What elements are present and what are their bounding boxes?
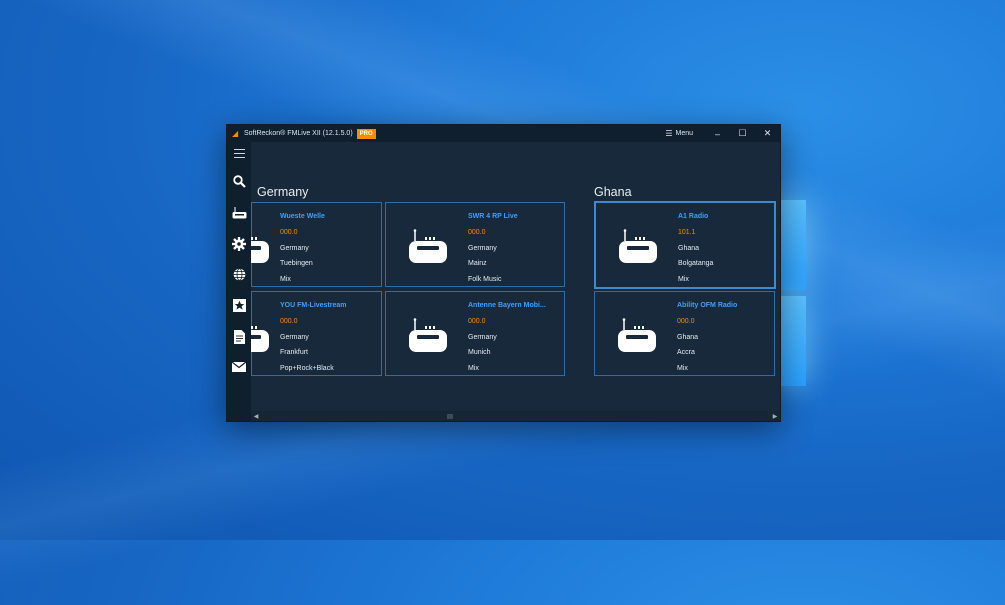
search-button[interactable] (227, 166, 251, 197)
station-country: Germany (468, 333, 497, 341)
station-country: Germany (280, 244, 309, 252)
radio-icon (408, 318, 448, 354)
close-button[interactable]: ✕ (755, 125, 780, 142)
menu-button[interactable]: ☰ Menu (665, 129, 693, 138)
station-city: Munich (468, 349, 491, 357)
group-heading-germany: Germany (257, 185, 309, 199)
app-window: ◢ SoftReckon® FMLive XII (12.1.5.0) PRO … (226, 124, 781, 422)
station-frequency: 101.1 (678, 228, 696, 236)
settings-button[interactable] (227, 228, 251, 259)
station-card[interactable]: Ability OFM Radio 000.0 Ghana Accra Mix (594, 291, 775, 376)
hamburger-menu-button[interactable] (227, 142, 251, 164)
station-info: A1 Radio 101.1 Ghana Bolgatanga Mix (678, 209, 713, 288)
radio-icon (251, 229, 270, 265)
station-name: Ability OFM Radio (677, 302, 738, 309)
hamburger-icon: ☰ (665, 129, 673, 138)
radio-icon (251, 237, 269, 263)
station-frequency: 000.0 (468, 228, 486, 236)
windows-logo (778, 200, 808, 390)
station-card-selected[interactable]: A1 Radio 101.1 Ghana Bolgatanga Mix (594, 201, 776, 289)
radio-icon (409, 229, 447, 263)
station-card[interactable]: SWR 4 RP Live 000.0 Germany Mainz Folk Music (385, 202, 565, 287)
station-country: Ghana (678, 244, 700, 252)
radio-tuner-icon (232, 206, 246, 218)
sidebar (227, 142, 251, 421)
station-info: Ability OFM Radio 000.0 Ghana Accra Mix (677, 298, 737, 377)
browse-world-button[interactable] (227, 259, 251, 290)
app-logo-icon: ◢ (232, 128, 239, 138)
scroll-left-arrow-icon[interactable]: ◀ (251, 411, 261, 421)
radio-icon (618, 229, 658, 265)
radio-icon (409, 318, 447, 352)
station-genre: Mix (468, 365, 479, 373)
station-frequency: 000.0 (468, 317, 486, 325)
radio-icon (619, 229, 657, 263)
station-info: Antenne Bayern Mobi... 000.0 Germany Munich… (468, 298, 546, 377)
radio-tuner-button[interactable] (227, 197, 251, 228)
title-bar[interactable]: ◢ SoftReckon® FMLive XII (12.1.5.0) PRO … (227, 125, 780, 142)
station-city: Accra (677, 349, 695, 357)
station-frequency: 000.0 (280, 317, 298, 325)
station-country: Germany (468, 244, 497, 252)
station-info: SWR 4 RP Live 000.0 Germany Mainz Folk Music (468, 209, 518, 288)
hamburger-icon (233, 148, 245, 158)
station-frequency: 000.0 (677, 317, 695, 325)
radio-icon (251, 318, 270, 354)
station-city: Bolgatanga (678, 260, 714, 268)
minimize-button[interactable]: – (705, 125, 730, 142)
station-name: YOU FM-Livestream (280, 302, 347, 309)
maximize-button[interactable]: ☐ (730, 125, 755, 142)
horizontal-scrollbar[interactable]: ◀ ▶ (251, 411, 780, 421)
favorites-button[interactable] (227, 290, 251, 321)
radio-icon (251, 326, 269, 352)
group-heading-ghana: Ghana (594, 185, 632, 199)
mail-icon (232, 362, 246, 372)
station-genre: Mix (677, 365, 688, 373)
radio-icon (618, 318, 656, 352)
globe-icon (233, 268, 245, 281)
station-name: Wueste Welle (280, 213, 325, 220)
scrollbar-thumb[interactable] (447, 414, 453, 419)
notes-button[interactable] (227, 321, 251, 352)
station-genre: Pop+Rock+Black (280, 365, 334, 373)
station-name: Antenne Bayern Mobi... (468, 302, 546, 309)
document-icon (233, 329, 245, 344)
station-card[interactable]: YOU FM-Livestream 000.0 Germany Frankfurt Po… (251, 291, 382, 376)
scroll-right-arrow-icon[interactable]: ▶ (770, 411, 780, 421)
star-icon (232, 299, 246, 312)
station-card[interactable]: Wueste Welle 000.0 Germany Tuebingen Mix (251, 202, 382, 287)
station-info: Wueste Welle 000.0 Germany Tuebingen Mix (280, 209, 325, 288)
station-city: Mainz (468, 260, 487, 268)
station-city: Frankfurt (280, 349, 309, 357)
station-city: Tuebingen (280, 260, 313, 268)
gear-icon (232, 236, 246, 251)
radio-icon (617, 318, 657, 354)
contact-button[interactable] (227, 352, 251, 383)
window-title: SoftReckon® FMLive XII (12.1.5.0) (244, 130, 353, 137)
station-browser: Germany Ghana Wueste Welle 000.0 Germany Tu… (251, 142, 780, 411)
station-name: SWR 4 RP Live (468, 213, 518, 220)
pro-badge: PRO (356, 128, 376, 139)
station-country: Ghana (677, 333, 699, 341)
station-card[interactable]: Antenne Bayern Mobi... 000.0 Germany Munich… (385, 291, 565, 376)
station-genre: Folk Music (468, 276, 502, 284)
station-frequency: 000.0 (280, 228, 298, 236)
station-name: A1 Radio (678, 213, 709, 220)
menu-label: Menu (675, 130, 693, 137)
station-info: YOU FM-Livestream 000.0 Germany Frankfurt Po… (280, 298, 347, 377)
radio-icon (408, 229, 448, 265)
station-country: Germany (280, 333, 309, 341)
station-genre: Mix (280, 276, 291, 284)
station-genre: Mix (678, 276, 689, 284)
search-icon (232, 175, 246, 188)
